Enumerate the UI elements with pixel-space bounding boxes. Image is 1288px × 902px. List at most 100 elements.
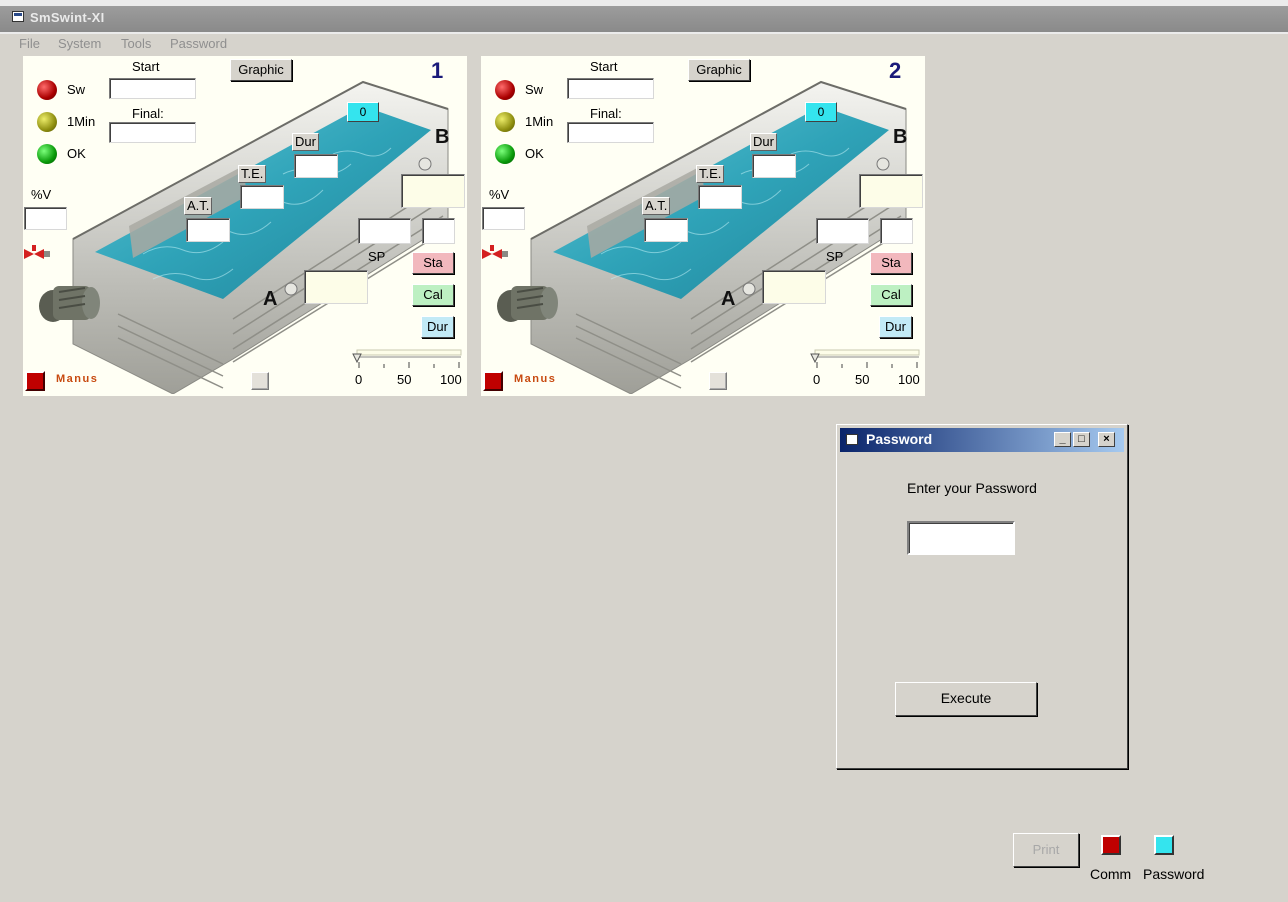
sp-upper-field[interactable] — [358, 218, 411, 244]
at-field[interactable] — [644, 218, 688, 242]
letter-a: A — [721, 288, 736, 310]
valve-icon[interactable] — [482, 245, 508, 261]
start-label: Start — [590, 59, 618, 74]
percent-v-field[interactable] — [482, 207, 525, 230]
sta-button[interactable]: Sta — [412, 252, 454, 274]
te-field[interactable] — [698, 185, 742, 209]
comm-led-icon — [1101, 835, 1121, 855]
dur-tag: Dur — [750, 133, 777, 151]
manus-led-icon[interactable] — [483, 371, 503, 391]
percent-v-field[interactable] — [24, 207, 67, 230]
graphic-button[interactable]: Graphic — [688, 59, 750, 81]
te-field[interactable] — [240, 185, 284, 209]
counter-badge: 0 — [347, 102, 379, 122]
counter-badge: 0 — [805, 102, 837, 122]
maximize-button[interactable]: □ — [1073, 432, 1090, 447]
tank-panel-1: 1 Sw 1Min OK Start Final: Graphic 0 B Du… — [23, 56, 467, 396]
a-value-field[interactable] — [304, 270, 368, 304]
final-field[interactable] — [109, 122, 196, 143]
one-min-label: 1Min — [525, 114, 554, 129]
tank-panel-2: 2 Sw 1Min OK Start Final: Graphic 0 B Du… — [481, 56, 925, 396]
b-value-field[interactable] — [859, 174, 923, 208]
slider-tick-100: 100 — [440, 372, 462, 387]
manus-label: Manus — [56, 373, 99, 385]
main-titlebar: SmSwint-XI — [0, 0, 1288, 34]
red-led-icon — [495, 80, 515, 100]
yellow-led-icon — [37, 112, 57, 132]
yellow-led-icon — [495, 112, 515, 132]
password-dialog: Password _ □ × Enter your Password Execu… — [836, 424, 1128, 769]
a-value-field[interactable] — [762, 270, 826, 304]
motor-icon — [39, 286, 100, 322]
sta-button[interactable]: Sta — [870, 252, 912, 274]
red-led-icon — [37, 80, 57, 100]
sp-small-field[interactable] — [422, 218, 455, 244]
start-field[interactable] — [109, 78, 196, 99]
panel-number: 2 — [889, 58, 902, 83]
letter-a: A — [263, 288, 278, 310]
password-status-label: Password — [1143, 866, 1205, 882]
sp-upper-field[interactable] — [816, 218, 869, 244]
cal-button[interactable]: Cal — [412, 284, 454, 306]
password-input[interactable] — [907, 521, 1015, 555]
password-led-icon — [1154, 835, 1174, 855]
dur-button[interactable]: Dur — [421, 316, 454, 338]
comm-label: Comm — [1090, 866, 1132, 882]
one-min-label: 1Min — [67, 114, 96, 129]
sw-label: Sw — [525, 82, 544, 97]
sp-small-field[interactable] — [880, 218, 913, 244]
execute-button[interactable]: Execute — [895, 682, 1037, 716]
close-button[interactable]: × — [1098, 432, 1115, 447]
final-label: Final: — [590, 106, 622, 121]
slider-tick-0: 0 — [813, 372, 821, 387]
graphic-button[interactable]: Graphic — [230, 59, 292, 81]
dialog-titlebar[interactable]: Password _ □ × — [840, 428, 1124, 452]
te-tag: T.E. — [696, 165, 725, 183]
sp-label: SP — [826, 249, 844, 264]
green-led-icon — [495, 144, 515, 164]
print-button[interactable]: Print — [1013, 833, 1079, 867]
letter-b: B — [893, 126, 908, 148]
slider-tick-50: 50 — [397, 372, 412, 387]
menu-file[interactable]: File — [19, 36, 40, 51]
start-field[interactable] — [567, 78, 654, 99]
panel-number: 1 — [431, 58, 444, 83]
slider-tick-0: 0 — [355, 372, 363, 387]
sp-label: SP — [368, 249, 386, 264]
app-window-icon[interactable] — [12, 11, 24, 22]
dur-tag: Dur — [292, 133, 319, 151]
panel-checkbox[interactable] — [251, 372, 269, 390]
green-led-icon — [37, 144, 57, 164]
sw-label: Sw — [67, 82, 86, 97]
start-label: Start — [132, 59, 160, 74]
ok-label: OK — [525, 146, 544, 161]
manus-led-icon[interactable] — [25, 371, 45, 391]
menu-system[interactable]: System — [58, 36, 101, 51]
ok-label: OK — [67, 146, 86, 161]
dur-field[interactable] — [294, 154, 338, 178]
slider-icon[interactable] — [349, 348, 465, 374]
percent-v-label: %V — [31, 187, 52, 202]
percent-v-label: %V — [489, 187, 510, 202]
at-field[interactable] — [186, 218, 230, 242]
panel-checkbox[interactable] — [709, 372, 727, 390]
at-tag: A.T. — [184, 197, 213, 215]
menu-tools[interactable]: Tools — [121, 36, 151, 51]
cal-button[interactable]: Cal — [870, 284, 912, 306]
menu-password[interactable]: Password — [170, 36, 227, 51]
b-value-field[interactable] — [401, 174, 465, 208]
dur-button[interactable]: Dur — [879, 316, 912, 338]
dur-field[interactable] — [752, 154, 796, 178]
menu-bar: File System Tools Password — [0, 34, 1288, 54]
app-title: SmSwint-XI — [30, 10, 105, 25]
slider-tick-100: 100 — [898, 372, 920, 387]
slider-tick-50: 50 — [855, 372, 870, 387]
dialog-title: Password — [866, 431, 933, 447]
dialog-window-icon[interactable] — [846, 434, 858, 445]
minimize-button[interactable]: _ — [1054, 432, 1071, 447]
valve-icon[interactable] — [24, 245, 50, 261]
main-titlebar-bar[interactable]: SmSwint-XI — [0, 6, 1288, 32]
slider-icon[interactable] — [807, 348, 923, 374]
final-field[interactable] — [567, 122, 654, 143]
letter-b: B — [435, 126, 450, 148]
